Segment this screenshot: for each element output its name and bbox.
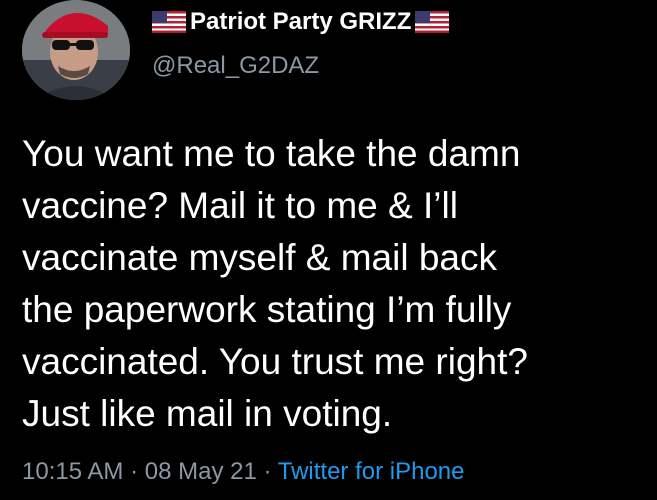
us-flag-icon [415, 11, 450, 33]
tweet-text-line: the paperwork stating I’m fully [22, 289, 512, 330]
tweet-text: You want me to take the damn vaccine? Ma… [22, 128, 642, 440]
tweet: Patriot Party GRIZZ @Real_G2DAZ You want… [0, 0, 657, 500]
tweet-text-line: vaccine? Mail it to me & I’ll [22, 185, 458, 226]
separator-dot: · [130, 458, 139, 485]
display-name[interactable]: Patriot Party GRIZZ [190, 8, 411, 36]
tweet-text-line: Just like mail in voting. [22, 393, 393, 434]
tweet-date[interactable]: 08 May 21 [145, 458, 257, 485]
profile-photo-icon [22, 0, 130, 100]
tweet-metadata: 10:15 AM · 08 May 21 · Twitter for iPhon… [22, 458, 464, 486]
display-name-row[interactable]: Patriot Party GRIZZ [152, 6, 450, 38]
avatar[interactable] [22, 0, 130, 100]
tweet-source-link[interactable]: Twitter for iPhone [278, 458, 465, 485]
tweet-text-line: vaccinated. You trust me right? [22, 341, 528, 382]
user-handle[interactable]: @Real_G2DAZ [152, 52, 319, 80]
us-flag-icon [152, 11, 186, 33]
tweet-text-line: You want me to take the damn [22, 133, 521, 174]
tweet-time[interactable]: 10:15 AM [22, 458, 123, 485]
tweet-text-line: vaccinate myself & mail back [22, 237, 498, 278]
separator-dot: · [263, 458, 272, 485]
